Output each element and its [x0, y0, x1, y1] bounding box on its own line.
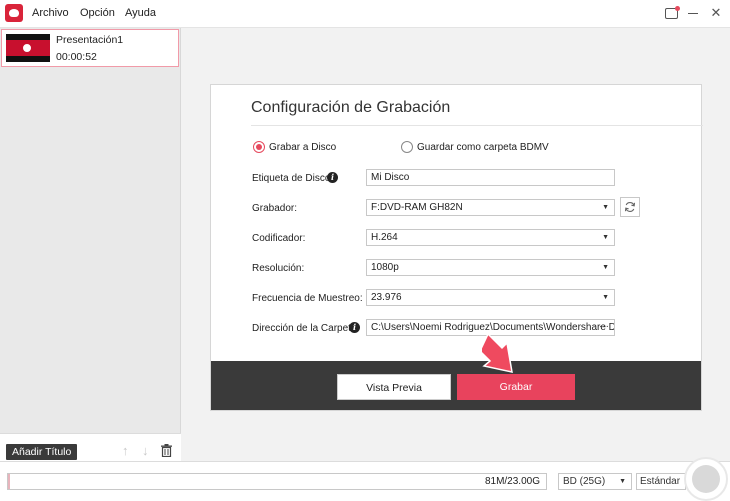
refresh-burner-button[interactable]	[620, 197, 640, 217]
frame-rate-select[interactable]: 23.976 ▼	[366, 289, 615, 306]
menu-archivo[interactable]: Archivo	[32, 7, 69, 19]
chevron-down-icon: ▼	[602, 204, 609, 211]
minimize-icon[interactable]	[685, 5, 701, 21]
chevron-down-icon: ▼	[602, 234, 609, 241]
add-title-button[interactable]: Añadir Título	[6, 444, 78, 460]
arrow-up-icon[interactable]: ↑	[122, 443, 129, 458]
menu-bar: Archivo Opción Ayuda ✕	[0, 0, 730, 28]
disc-type-select[interactable]: BD (25G) ▼	[558, 473, 632, 490]
disc-usage-fill	[8, 474, 10, 489]
encoder-label: Codificador:	[252, 233, 306, 244]
save-bdmv-radio[interactable]	[401, 141, 413, 153]
chevron-down-icon: ▼	[619, 478, 626, 485]
disc-label-input[interactable]: Mi Disco	[366, 169, 615, 186]
browse-folder-button[interactable]: ···	[599, 320, 609, 334]
dialog-divider	[251, 125, 703, 126]
titles-panel: Presentación1 00:00:52	[0, 28, 181, 461]
watermark-logo	[684, 457, 728, 501]
arrow-down-icon[interactable]: ↓	[142, 443, 149, 458]
title-list-item[interactable]: Presentación1 00:00:52	[1, 29, 179, 67]
disc-label-info-icon[interactable]: i	[327, 172, 338, 183]
disc-usage-bar: 81M/23.00G	[7, 473, 547, 490]
burn-to-disc-radio[interactable]	[253, 141, 265, 153]
frame-rate-label: Frecuencia de Muestreo:	[252, 293, 363, 304]
refresh-icon	[624, 202, 636, 212]
menu-ayuda[interactable]: Ayuda	[125, 7, 156, 19]
title-thumbnail	[6, 34, 50, 62]
disc-usage-text: 81M/23.00G	[484, 476, 540, 487]
red-arrow-icon	[482, 332, 513, 373]
chevron-down-icon: ▼	[602, 294, 609, 301]
feedback-icon[interactable]	[663, 5, 680, 21]
save-bdmv-label[interactable]: Guardar como carpeta BDMV	[417, 142, 549, 153]
encoder-select[interactable]: H.264 ▼	[366, 229, 615, 246]
folder-path-info-icon[interactable]: i	[349, 322, 360, 333]
titles-toolbar: Añadir Título ↑ ↓	[0, 433, 181, 461]
dialog-footer: Vista Previa Grabar	[211, 361, 701, 410]
burner-select[interactable]: F:DVD-RAM GH82N ▼	[366, 199, 615, 216]
preview-button[interactable]: Vista Previa	[337, 374, 451, 400]
app-logo-icon	[5, 4, 23, 22]
quality-select[interactable]: Estándar	[636, 473, 686, 490]
disc-label-label: Etiqueta de Disco:	[252, 173, 334, 184]
chevron-down-icon: ▼	[602, 264, 609, 271]
burner-label: Grabador:	[252, 203, 298, 214]
folder-path-label: Dirección de la Carpeta:	[252, 323, 360, 334]
trash-icon[interactable]	[161, 444, 172, 457]
status-bar: 81M/23.00G BD (25G) ▼ Estándar	[0, 461, 730, 501]
burn-settings-dialog: Configuración de Grabación Grabar a Disc…	[210, 84, 703, 411]
title-name: Presentación1	[56, 34, 124, 46]
menu-opcion[interactable]: Opción	[80, 7, 115, 19]
title-duration: 00:00:52	[56, 51, 97, 63]
burn-to-disc-label[interactable]: Grabar a Disco	[269, 142, 336, 153]
resolution-select[interactable]: 1080p ▼	[366, 259, 615, 276]
dialog-title: Configuración de Grabación	[251, 99, 451, 116]
close-icon[interactable]: ✕	[708, 5, 724, 21]
resolution-label: Resolución:	[252, 263, 305, 274]
